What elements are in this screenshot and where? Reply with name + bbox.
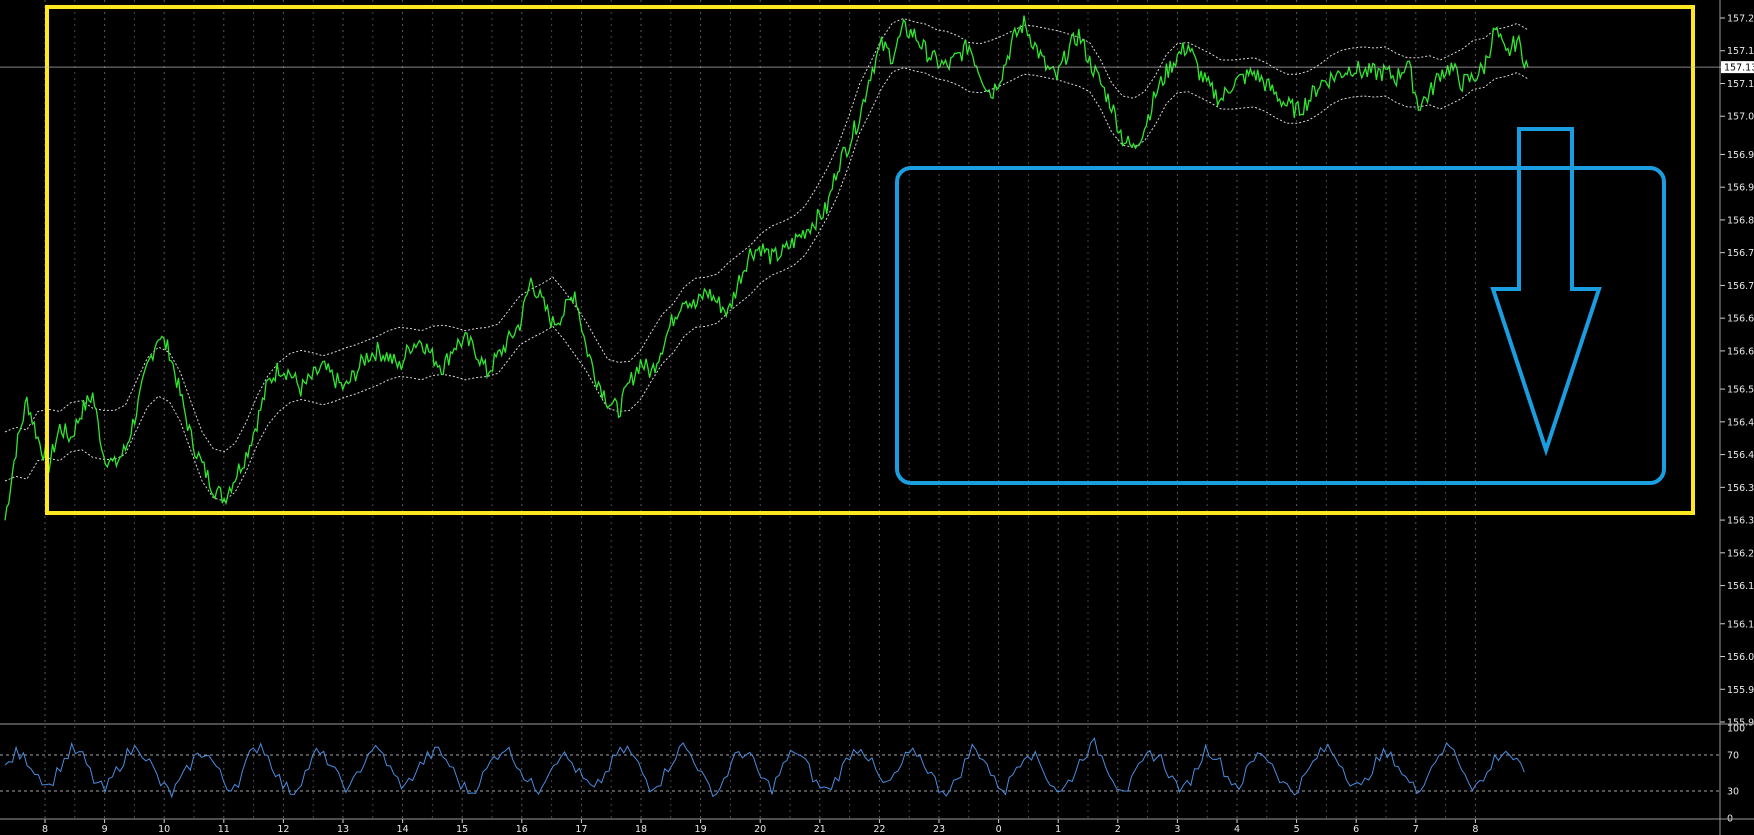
y-tick-label: 156.11 bbox=[1727, 619, 1754, 630]
x-tick-label: 20 bbox=[754, 824, 766, 835]
y-tick-label: 156.97 bbox=[1727, 150, 1754, 161]
y-tick-label: 157.22 bbox=[1727, 14, 1754, 25]
x-tick-label: 16 bbox=[516, 824, 528, 835]
y-tick-label: 155.99 bbox=[1727, 685, 1754, 696]
price-chart[interactable]: 157.22 157.16 157.13 157.10 157.04 156.97 156.… bbox=[0, 0, 1754, 835]
y-tick-label: 156.24 bbox=[1727, 548, 1754, 559]
y-tick-label: 156.73 bbox=[1727, 281, 1754, 292]
y-tick-label: 156.36 bbox=[1727, 483, 1754, 494]
x-tick-label: 4 bbox=[1234, 824, 1240, 835]
x-tick-label: 8 bbox=[1472, 824, 1478, 835]
y-tick-label: 156.85 bbox=[1727, 215, 1754, 226]
x-tick-label: 1 bbox=[1055, 824, 1061, 835]
x-tick-label: 11 bbox=[218, 824, 230, 835]
x-tick-label: 18 bbox=[635, 824, 647, 835]
current-price-label: 157.13 bbox=[1724, 63, 1754, 74]
x-tick-label: 5 bbox=[1294, 824, 1300, 835]
x-tick-label: 23 bbox=[933, 824, 945, 835]
x-tick-label: 13 bbox=[337, 824, 349, 835]
chart-background bbox=[0, 0, 1754, 835]
y-tick-label: 156.79 bbox=[1727, 248, 1754, 259]
oscillator-tick-label: 70 bbox=[1727, 751, 1739, 762]
x-tick-label: 15 bbox=[456, 824, 468, 835]
x-tick-label: 9 bbox=[102, 824, 108, 835]
y-tick-label: 156.61 bbox=[1727, 346, 1754, 357]
x-tick-label: 21 bbox=[814, 824, 826, 835]
x-tick-label: 8 bbox=[42, 824, 48, 835]
y-tick-label: 156.30 bbox=[1727, 516, 1754, 527]
x-tick-label: 12 bbox=[277, 824, 289, 835]
oscillator-tick-label: 100 bbox=[1727, 724, 1745, 735]
x-tick-label: 22 bbox=[873, 824, 885, 835]
y-tick-label: 156.05 bbox=[1727, 652, 1754, 663]
x-tick-label: 3 bbox=[1174, 824, 1180, 835]
x-tick-label: 0 bbox=[996, 824, 1002, 835]
x-tick-label: 2 bbox=[1115, 824, 1121, 835]
y-tick-label: 156.91 bbox=[1727, 183, 1754, 194]
y-tick-label: 156.42 bbox=[1727, 450, 1754, 461]
x-tick-label: 7 bbox=[1413, 824, 1419, 835]
x-tick-label: 19 bbox=[695, 824, 707, 835]
x-tick-label: 17 bbox=[575, 824, 587, 835]
x-tick-label: 14 bbox=[397, 824, 409, 835]
x-tick-label: 6 bbox=[1353, 824, 1359, 835]
oscillator-tick-label: 30 bbox=[1727, 787, 1739, 798]
y-tick-label: 157.04 bbox=[1727, 112, 1754, 123]
y-tick-label: 156.54 bbox=[1727, 385, 1754, 396]
y-tick-label: 156.67 bbox=[1727, 314, 1754, 325]
y-tick-label: 157.16 bbox=[1727, 46, 1754, 57]
y-tick-label: 157.10 bbox=[1727, 79, 1754, 90]
x-tick-label: 10 bbox=[158, 824, 170, 835]
y-tick-label: 156.18 bbox=[1727, 581, 1754, 592]
y-tick-label: 156.48 bbox=[1727, 417, 1754, 428]
